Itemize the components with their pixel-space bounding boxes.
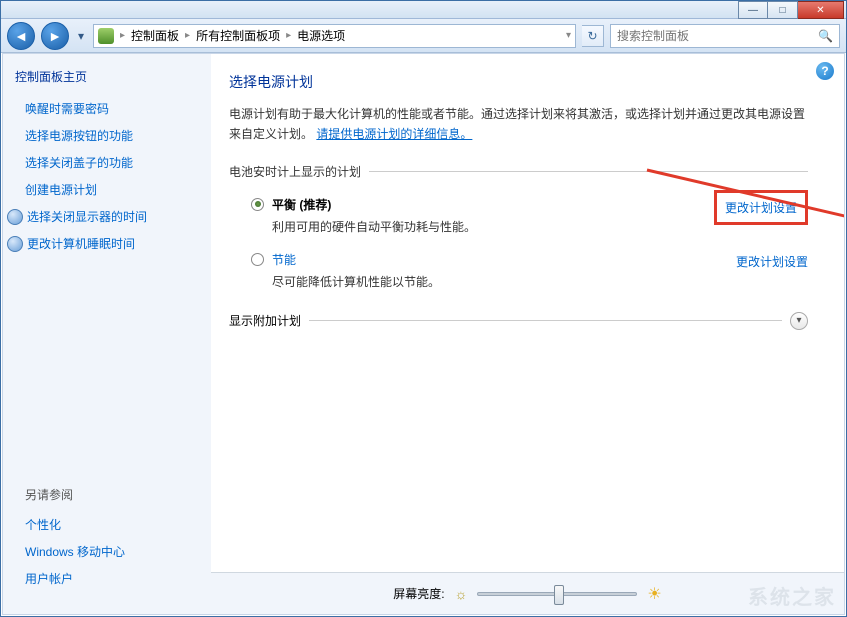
shield-icon — [7, 236, 23, 252]
additional-plans-label: 显示附加计划 — [229, 312, 301, 329]
shield-icon — [7, 209, 23, 225]
window-controls: — □ ✕ — [738, 1, 844, 19]
brightness-label: 屏幕亮度: — [393, 585, 444, 602]
chevron-right-icon: ▸ — [185, 30, 190, 41]
plan-saver-desc: 尽可能降低计算机性能以节能。 — [272, 268, 728, 290]
plan-saver-radio[interactable] — [251, 253, 264, 266]
section-label-text: 电池安时计上显示的计划 — [229, 163, 361, 180]
sidebar-link-close-lid[interactable]: 选择关闭盖子的功能 — [25, 149, 197, 176]
breadcrumb-1[interactable]: 控制面板 — [131, 27, 179, 44]
refresh-button[interactable]: ↻ — [582, 25, 604, 47]
sun-dim-icon: ☼ — [455, 586, 468, 602]
chevron-right-icon: ▸ — [120, 30, 125, 41]
main-pane: ? 选择电源计划 电源计划有助于最大化计算机的性能或者节能。通过选择计划来将其激… — [211, 54, 844, 614]
seealso-personalization[interactable]: 个性化 — [25, 511, 197, 538]
sidebar-tasks: 唤醒时需要密码 选择电源按钮的功能 选择关闭盖子的功能 创建电源计划 选择关闭显… — [3, 95, 211, 261]
nav-toolbar: ◄ ► ▾ ▸ 控制面板 ▸ 所有控制面板项 ▸ 电源选项 ▾ ↻ 🔍 — [1, 19, 846, 53]
divider — [309, 320, 782, 321]
titlebar: — □ ✕ — [1, 1, 846, 19]
divider — [369, 171, 808, 172]
forward-button[interactable]: ► — [41, 22, 69, 50]
location-icon — [98, 28, 114, 44]
chevron-down-icon: ▾ — [796, 315, 801, 326]
sidebar-home-link[interactable]: 控制面板主页 — [15, 68, 211, 85]
plans-section-header: 电池安时计上显示的计划 — [229, 163, 808, 180]
expand-plans-button[interactable]: ▾ — [790, 312, 808, 330]
breadcrumb-2[interactable]: 所有控制面板项 — [196, 27, 280, 44]
sidebar-link-sleep-time[interactable]: 更改计算机睡眠时间 — [7, 230, 197, 257]
sidebar-link-power-button[interactable]: 选择电源按钮的功能 — [25, 122, 197, 149]
help-button[interactable]: ? — [816, 62, 834, 80]
page-description: 电源计划有助于最大化计算机的性能或者节能。通过选择计划来将其激活，或选择计划并通… — [229, 104, 808, 145]
content-area: 控制面板主页 唤醒时需要密码 选择电源按钮的功能 选择关闭盖子的功能 创建电源计… — [2, 53, 845, 615]
plan-balanced-name[interactable]: 平衡 (推荐) — [272, 198, 331, 212]
close-button[interactable]: ✕ — [798, 1, 844, 19]
sun-bright-icon: ☀ — [647, 584, 661, 604]
chevron-down-icon[interactable]: ▾ — [566, 30, 571, 41]
search-input[interactable] — [617, 29, 812, 43]
back-button[interactable]: ◄ — [7, 22, 35, 50]
seealso-user-accounts[interactable]: 用户帐户 — [25, 565, 197, 592]
plan-balanced-desc: 利用可用的硬件自动平衡功耗与性能。 — [272, 213, 706, 235]
sidebar: 控制面板主页 唤醒时需要密码 选择电源按钮的功能 选择关闭盖子的功能 创建电源计… — [3, 54, 211, 614]
arrow-left-icon: ◄ — [14, 28, 28, 44]
arrow-right-icon: ► — [48, 28, 62, 44]
seealso-mobility-center[interactable]: Windows 移动中心 — [25, 538, 197, 565]
see-also-section: 另请参阅 个性化 Windows 移动中心 用户帐户 — [3, 486, 211, 602]
additional-plans-row: 显示附加计划 ▾ — [229, 312, 808, 330]
history-dropdown[interactable]: ▾ — [75, 26, 87, 46]
plan-saver-name[interactable]: 节能 — [272, 253, 296, 267]
maximize-button[interactable]: □ — [768, 1, 798, 19]
address-bar[interactable]: ▸ 控制面板 ▸ 所有控制面板项 ▸ 电源选项 ▾ — [93, 24, 576, 48]
plan-balanced-radio[interactable] — [251, 198, 264, 211]
search-icon: 🔍 — [818, 29, 833, 43]
watermark: 系统之家 — [748, 581, 836, 610]
slider-thumb[interactable] — [554, 585, 564, 605]
sidebar-item-label: 更改计算机睡眠时间 — [27, 235, 135, 252]
change-plan-saver-link[interactable]: 更改计划设置 — [736, 251, 808, 270]
sidebar-link-display-off[interactable]: 选择关闭显示器的时间 — [7, 203, 197, 230]
brightness-slider[interactable] — [477, 592, 637, 596]
chevron-right-icon: ▸ — [286, 30, 291, 41]
minimize-button[interactable]: — — [738, 1, 768, 19]
breadcrumb-3[interactable]: 电源选项 — [297, 27, 345, 44]
plan-balanced-row: 平衡 (推荐) 利用可用的硬件自动平衡功耗与性能。 更改计划设置 — [229, 180, 808, 235]
sidebar-link-wake-password[interactable]: 唤醒时需要密码 — [25, 95, 197, 122]
change-plan-balanced-link[interactable]: 更改计划设置 — [714, 190, 808, 225]
plan-saver-row: 节能 尽可能降低计算机性能以节能。 更改计划设置 — [229, 235, 808, 290]
refresh-icon: ↻ — [587, 29, 597, 43]
sidebar-link-create-plan[interactable]: 创建电源计划 — [25, 176, 197, 203]
more-info-link[interactable]: 请提供电源计划的详细信息。 — [316, 127, 472, 141]
sidebar-item-label: 选择关闭显示器的时间 — [27, 208, 147, 225]
see-also-heading: 另请参阅 — [25, 486, 197, 503]
page-title: 选择电源计划 — [229, 72, 808, 92]
help-icon: ? — [821, 64, 828, 78]
search-box[interactable]: 🔍 — [610, 24, 840, 48]
control-panel-window: — □ ✕ ◄ ► ▾ ▸ 控制面板 ▸ 所有控制面板项 ▸ 电源选项 ▾ ↻ — [0, 0, 847, 617]
